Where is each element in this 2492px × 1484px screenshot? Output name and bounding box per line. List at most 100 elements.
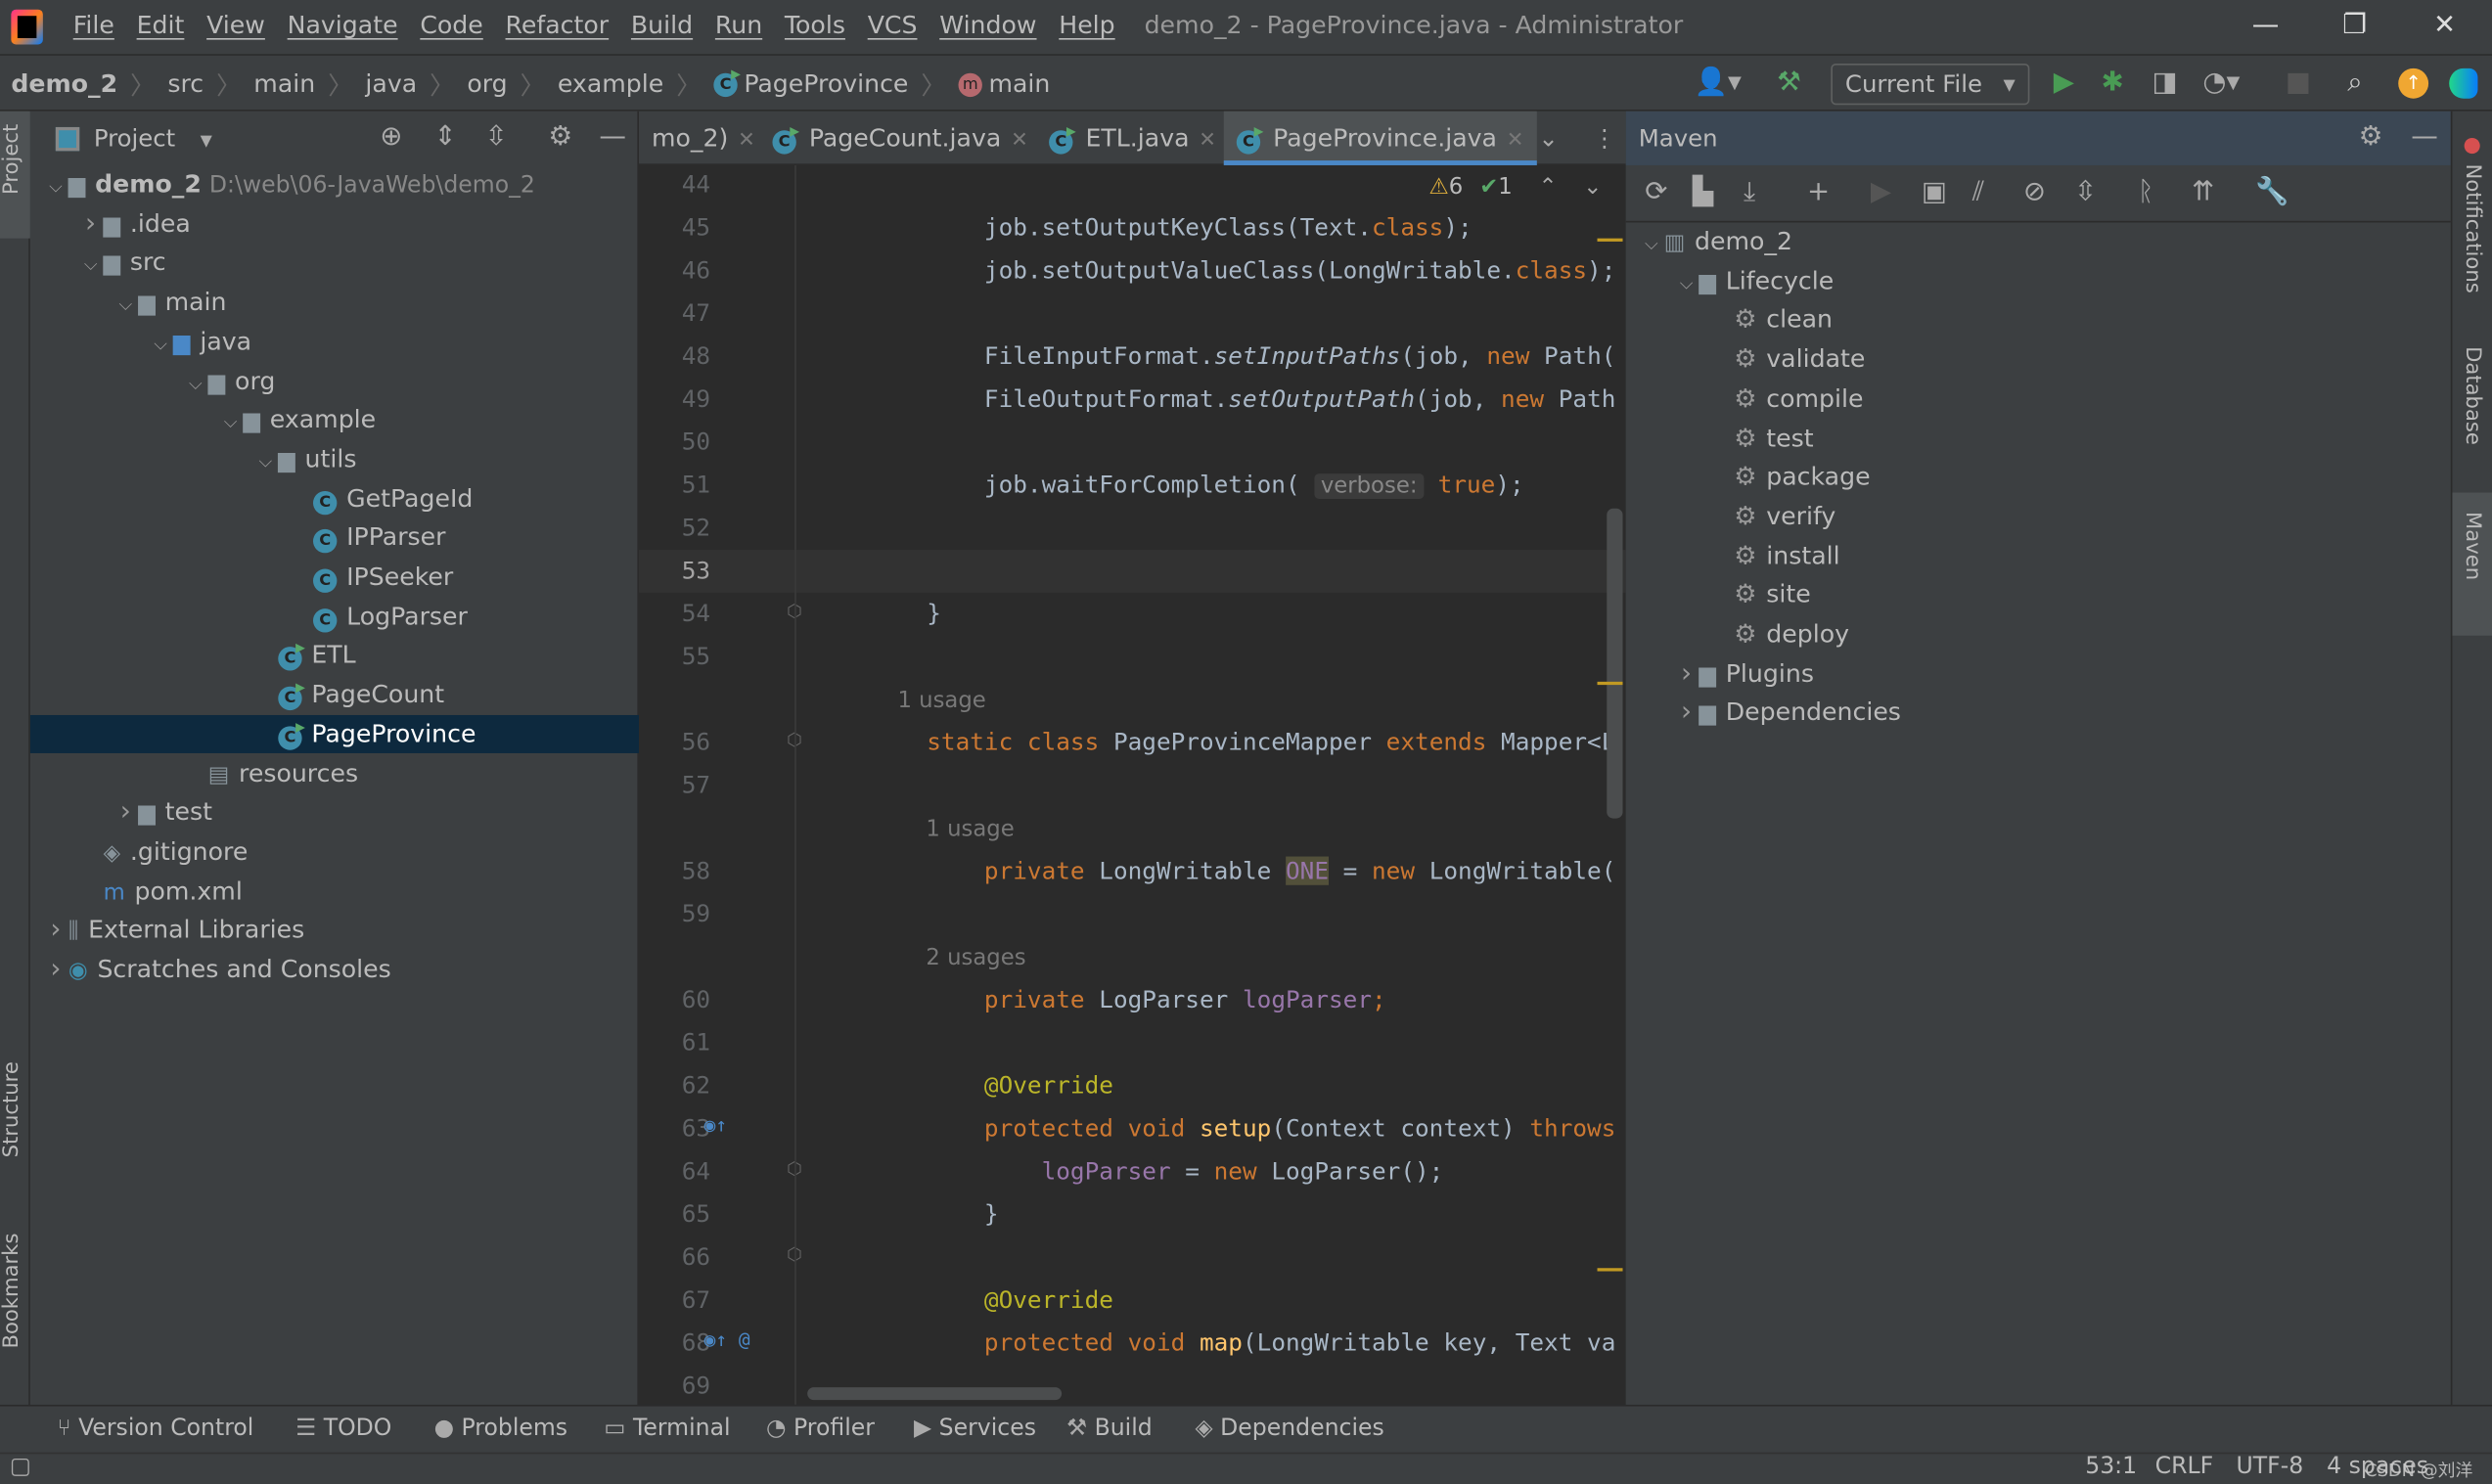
maven-item[interactable]: ⚙ test xyxy=(1626,419,2235,458)
gear-icon[interactable]: ⚙ xyxy=(548,120,572,152)
tool-tab-build[interactable]: ⚒ Build xyxy=(1066,1416,1153,1441)
project-item[interactable]: ⌵ ▆ src xyxy=(30,244,639,283)
maven-item[interactable]: ⚙ site xyxy=(1626,576,2235,615)
menu-vcs[interactable]: VCS xyxy=(868,11,918,39)
menu-tools[interactable]: Tools xyxy=(785,11,845,39)
maven-item[interactable]: ⚙ deploy xyxy=(1626,615,2235,654)
maven-item[interactable]: ⚙ package xyxy=(1626,458,2235,497)
tool-tab-profiler[interactable]: ◔ Profiler xyxy=(766,1416,875,1441)
download-icon[interactable]: ⤓ xyxy=(1744,176,1755,207)
override-icon[interactable]: ◉↑ @ xyxy=(704,1328,750,1351)
line-separator[interactable]: CRLF xyxy=(2155,1454,2213,1479)
collapse-all-icon[interactable]: ⇳ xyxy=(2074,176,2097,207)
toggle-tool-windows-icon[interactable]: ▢ xyxy=(10,1454,31,1479)
project-tool-button[interactable]: Project xyxy=(0,124,23,195)
chevron-down-icon[interactable]: ⌵ xyxy=(1673,265,1699,304)
bookmarks-tool-button[interactable]: Bookmarks xyxy=(0,1234,23,1349)
menu-refactor[interactable]: Refactor xyxy=(506,11,610,39)
tab-mo-2-[interactable]: mo_2) ✕ xyxy=(639,112,768,165)
hide-panel-icon[interactable]: — xyxy=(599,120,626,152)
more-icon[interactable]: ⋮ xyxy=(1593,124,1616,153)
chevron-right-icon[interactable]: › xyxy=(1673,694,1699,733)
maven-item[interactable]: › ▆ Dependencies xyxy=(1626,694,2235,733)
project-item[interactable]: ▤ resources xyxy=(30,754,639,793)
breadcrumb-item[interactable]: demo_2 xyxy=(11,69,117,98)
menu-view[interactable]: View xyxy=(206,11,265,39)
breadcrumb-item[interactable]: org xyxy=(467,69,507,98)
stop-icon[interactable]: ■ xyxy=(2286,67,2311,98)
tool-tab-version-control[interactable]: ⑂ Version Control xyxy=(57,1416,253,1441)
locate-icon[interactable]: ⊕ xyxy=(380,120,402,152)
close-tab-icon[interactable]: ✕ xyxy=(1199,129,1216,153)
settings-wrench-icon[interactable]: 🔧 xyxy=(2255,176,2288,207)
menu-build[interactable]: Build xyxy=(631,11,693,39)
run-icon[interactable]: ▶ xyxy=(2054,67,2074,98)
chevron-down-icon[interactable]: ⌵ xyxy=(252,443,278,482)
execute-icon[interactable]: ▣ xyxy=(1922,176,1947,207)
generate-sources-icon[interactable]: ▙ xyxy=(1693,176,1713,207)
chevron-right-icon[interactable]: › xyxy=(113,793,138,832)
warning-stripe[interactable] xyxy=(1597,681,1623,686)
file-encoding[interactable]: UTF-8 xyxy=(2237,1454,2304,1479)
chevron-right-icon[interactable]: › xyxy=(1673,654,1699,694)
gear-icon[interactable]: ⚙ xyxy=(2359,120,2383,152)
previous-highlight-icon[interactable]: ⌃ xyxy=(1538,175,1557,201)
warning-stripe[interactable] xyxy=(1597,238,1623,242)
breadcrumb-item[interactable]: src xyxy=(167,69,204,98)
maven-tool-button[interactable]: Maven xyxy=(2461,512,2484,580)
menu-window[interactable]: Window xyxy=(939,11,1036,39)
project-item[interactable]: › ▆ .idea xyxy=(30,204,639,244)
tab-etl-java[interactable]: C ETL.java ✕ xyxy=(1036,112,1229,165)
project-item[interactable]: ⌵ ▆ demo_2 D:\web\06-JavaWeb\demo_2 xyxy=(30,165,639,204)
chevron-down-icon[interactable]: ⌵ xyxy=(218,404,244,443)
hide-panel-icon[interactable]: — xyxy=(2411,120,2438,152)
menu-run[interactable]: Run xyxy=(715,11,762,39)
maven-item[interactable]: ⌵ ▆ Lifecycle xyxy=(1626,262,2235,301)
project-item[interactable]: m pom.xml xyxy=(30,872,639,911)
skip-tests-icon[interactable]: ⊘ xyxy=(2023,176,2046,207)
add-icon[interactable]: + xyxy=(1807,176,1830,207)
chevron-right-icon[interactable]: › xyxy=(43,911,68,950)
toggle-offline-icon[interactable]: ⫽ xyxy=(1972,176,1984,207)
structure-tool-button[interactable]: Structure xyxy=(0,1061,23,1157)
project-item[interactable]: ⌵ ▆ org xyxy=(30,362,639,401)
vertical-scrollbar[interactable] xyxy=(1607,508,1623,819)
breadcrumb-item[interactable]: main xyxy=(988,69,1050,98)
collapse-all-icon[interactable]: ⇳ xyxy=(484,120,507,152)
tab-pagecount-java[interactable]: C PageCount.java ✕ xyxy=(759,112,1040,165)
breadcrumb-item[interactable]: java xyxy=(365,69,417,98)
restore-icon[interactable]: ❐ xyxy=(2342,10,2367,41)
chevron-down-icon[interactable]: ⌵ xyxy=(148,326,173,365)
chevron-right-icon[interactable]: › xyxy=(43,950,68,989)
breadcrumb-item[interactable]: main xyxy=(253,69,315,98)
database-tool-button[interactable]: Database xyxy=(2461,346,2484,445)
inspection-widget[interactable]: ⚠6 ✔1 ⌃ ⌄ xyxy=(1428,175,1602,201)
usage-hint[interactable]: 1 usage xyxy=(870,688,985,713)
project-item[interactable]: ⌵ ▆ main xyxy=(30,283,639,322)
menu-navigate[interactable]: Navigate xyxy=(288,11,398,39)
chevron-down-icon[interactable]: ⌵ xyxy=(1639,226,1664,265)
breadcrumb-item[interactable]: PageProvince xyxy=(744,69,908,98)
project-item[interactable]: C IPParser xyxy=(30,518,639,558)
search-icon[interactable]: ⌕ xyxy=(2347,67,2362,98)
next-highlight-icon[interactable]: ⌄ xyxy=(1583,175,1602,201)
chevron-down-icon[interactable]: ▾ xyxy=(201,125,212,154)
close-tab-icon[interactable]: ✕ xyxy=(1011,129,1028,153)
maven-item[interactable]: › ▆ Plugins xyxy=(1626,654,2235,694)
profile-icon[interactable]: ◔▾ xyxy=(2202,67,2240,98)
tab-pageprovince-java[interactable]: C PageProvince.java ✕ xyxy=(1223,111,1537,165)
project-item[interactable]: C PageCount xyxy=(30,676,639,715)
chevron-down-icon[interactable]: ⌵ xyxy=(113,287,138,326)
project-item[interactable]: C LogParser xyxy=(30,597,639,636)
tabs-dropdown-icon[interactable]: ⌄ xyxy=(1538,124,1558,153)
tool-tab-todo[interactable]: ☰ TODO xyxy=(295,1416,391,1441)
project-view-select[interactable]: Project xyxy=(94,124,175,153)
close-icon[interactable]: ✕ xyxy=(2433,10,2456,41)
user-icon[interactable]: 👤▾ xyxy=(1695,67,1742,98)
project-item[interactable]: ⌵ ▆ example xyxy=(30,401,639,440)
tool-tab-problems[interactable]: ● Problems xyxy=(433,1416,567,1441)
show-dependencies-icon[interactable]: ᚱ xyxy=(2138,176,2154,207)
chevron-down-icon[interactable]: ⌵ xyxy=(43,168,68,207)
update-icon[interactable]: ↑ xyxy=(2398,67,2429,99)
project-item[interactable]: ⌵ ▆ utils xyxy=(30,440,639,479)
